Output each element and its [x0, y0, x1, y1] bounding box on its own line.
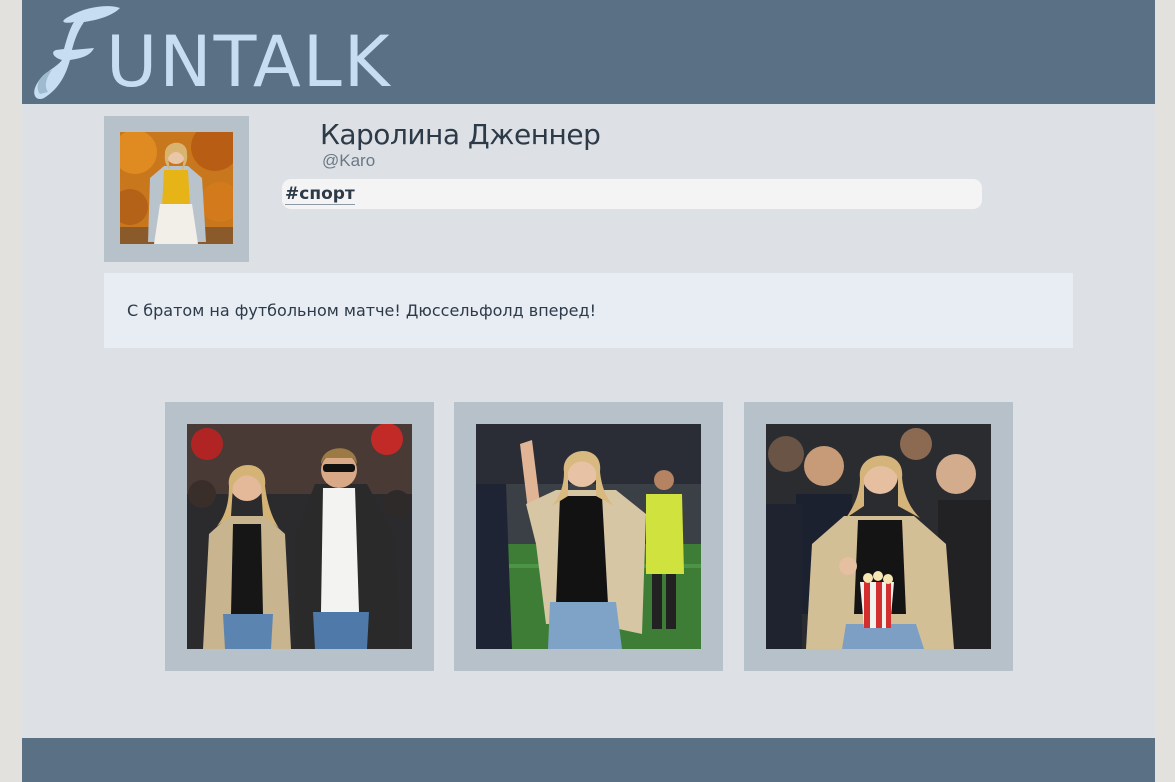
- photo-waving-on-pitch[interactable]: [476, 424, 701, 649]
- user-handle[interactable]: @Karo: [322, 151, 375, 171]
- logo-text: UNTALK: [106, 21, 392, 103]
- photo-frame-2: [454, 402, 723, 671]
- header: UNTALK: [22, 0, 1155, 104]
- logo[interactable]: UNTALK: [32, 2, 412, 102]
- photo-frame-1: [165, 402, 434, 671]
- page: UNTALK Каролина Дженнер @Karo #спорт С б…: [22, 0, 1155, 782]
- user-name: Каролина Дженнер: [320, 118, 601, 151]
- photo-frame-3: [744, 402, 1013, 671]
- avatar[interactable]: [120, 132, 233, 244]
- photo-stadium-couple[interactable]: [187, 424, 412, 649]
- avatar-frame: [104, 116, 249, 262]
- tag-bar: #спорт: [282, 179, 982, 209]
- post-text: С братом на футбольном матче! Дюссельфол…: [127, 301, 596, 320]
- footer: [22, 738, 1155, 782]
- post-box: С братом на футбольном матче! Дюссельфол…: [104, 273, 1073, 348]
- photo-eating-popcorn[interactable]: [766, 424, 991, 649]
- hashtag-link[interactable]: #спорт: [285, 184, 355, 205]
